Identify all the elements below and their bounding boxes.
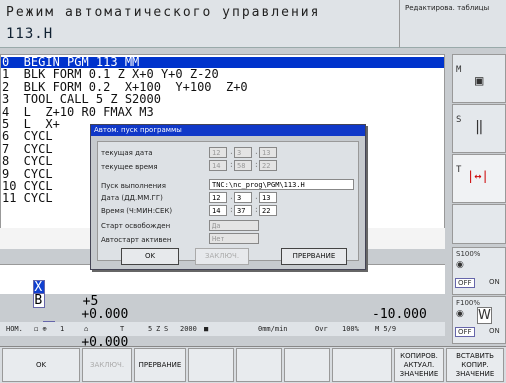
axis-value-b: +0.000 — [81, 307, 129, 322]
sidebar-m-button[interactable]: M ▣ — [452, 54, 506, 103]
status-tool: 5 — [148, 325, 153, 333]
f100-label: F100% — [456, 299, 481, 307]
m-label: M — [456, 65, 462, 75]
date-year-field[interactable]: 13 — [259, 192, 277, 203]
cur-time-min: 58 — [234, 160, 252, 171]
softkey-ok[interactable]: OK — [2, 348, 80, 382]
label-date: Дата (ДД.ММ.ГГ) — [101, 194, 163, 202]
cur-date-year: 13 — [259, 147, 277, 158]
time-hour-field[interactable]: 14 — [209, 205, 227, 216]
date-month-field[interactable]: 3 — [234, 192, 252, 203]
softkey-empty-2[interactable] — [236, 348, 282, 382]
status-one: 1 — [60, 325, 65, 333]
status-ovr: 100% — [342, 325, 359, 333]
sidebar-empty-button[interactable] — [452, 204, 506, 244]
label-autostart: Автостарт активен — [101, 236, 172, 244]
tool-arrow-icon: |↔| — [467, 169, 489, 183]
status-tool-label: T — [120, 325, 125, 333]
label-current-time: текущее время — [101, 163, 158, 171]
time-min-field[interactable]: 37 — [234, 205, 252, 216]
status-feed: 0mm/min — [258, 325, 288, 333]
tool-icon: ⌂ — [84, 325, 89, 333]
status-bar: НОМ. ◻ ⊕ 1 ⌂ T 5 Z S 2000 ■ 0mm/min Ovr … — [0, 322, 445, 336]
feed-dial-icon: ◉ — [456, 309, 464, 319]
feed-on-label: ON — [489, 327, 500, 335]
label-released: Старт освобожден — [101, 222, 171, 230]
cur-time-hour: 14 — [209, 160, 227, 171]
dialog-ok-button[interactable]: OK — [121, 248, 179, 265]
datum-icon: ◻ ⊕ — [34, 325, 47, 333]
status-m: M 5/9 — [375, 325, 397, 333]
program-line[interactable]: 2 BLK FORM 0.2 X+100 Y+100 Z+0 — [1, 81, 444, 93]
axis-value-z: -10.000 — [372, 307, 427, 322]
program-line[interactable]: 1 BLK FORM 0.1 Z X+0 Y+0 Z-20 — [1, 68, 444, 80]
s-label: S — [456, 115, 462, 125]
cur-date-month: 3 — [234, 147, 252, 158]
secondary-mode-title: Редактирова. таблицы — [405, 4, 490, 12]
spindle-override-panel[interactable]: S100% ◉ OFF ON — [452, 247, 506, 295]
s100-label: S100% — [456, 250, 481, 258]
softkey-empty-4[interactable] — [332, 348, 392, 382]
right-softkey-bar: M ▣ S ‖ T |↔| S100% ◉ OFF ON F100% ◉ W O… — [452, 54, 506, 344]
feed-icon: ■ — [204, 325, 209, 333]
status-speed: 2000 — [180, 325, 197, 333]
position-row-2: B +0.000 C +0.000 — [2, 280, 128, 349]
program-line[interactable]: 0 BEGIN PGM 113 MM — [1, 56, 444, 68]
spindle-icon: ‖ — [475, 119, 484, 135]
status-ovr-label: Ovr — [315, 325, 328, 333]
label-time: Время (Ч:МИН:СЕК) — [101, 207, 173, 215]
time-sec-field[interactable]: 22 — [259, 205, 277, 216]
axis-label-b: B — [33, 293, 46, 308]
dialog-close-button[interactable]: ЗАКЛЮЧ. — [195, 248, 249, 265]
date-day-field[interactable]: 12 — [209, 192, 227, 203]
softkey-close[interactable]: ЗАКЛЮЧ. — [82, 348, 132, 382]
label-start-program: Пуск выполнения программы — [101, 182, 166, 190]
softkey-abort[interactable]: ПРЕРВАНИЕ — [134, 348, 186, 382]
sidebar-t-button[interactable]: T |↔| — [452, 154, 506, 203]
spindle-on-label: ON — [489, 278, 500, 286]
dialog-abort-button[interactable]: ПРЕРВАНИЕ — [281, 248, 347, 265]
autostart-dialog: Автом. пуск программы текущая дата текущ… — [90, 124, 366, 270]
label-current-date: текущая дата — [101, 149, 153, 157]
feed-override-panel[interactable]: F100% ◉ W OFF ON — [452, 296, 506, 344]
program-path-field[interactable]: TNC:\nc_prog\PGM\113.H — [209, 179, 354, 190]
status-s-label: S — [164, 325, 169, 333]
released-field: Да — [209, 220, 259, 231]
t-label: T — [456, 165, 462, 175]
feed-wave-icon: W — [477, 307, 492, 324]
program-line[interactable]: 3 TOOL CALL 5 Z S2000 — [1, 93, 444, 105]
spindle-off-label: OFF — [455, 278, 475, 288]
mode-title: Режим автоматического управления — [6, 5, 321, 20]
softkey-paste-copied[interactable]: ВСТАВИТЬ КОПИР. ЗНАЧЕНИЕ — [446, 348, 504, 382]
spindle-dial-icon: ◉ — [456, 260, 464, 270]
softkey-copy-actual[interactable]: КОПИРОВ. АКТУАЛ. ЗНАЧЕНИЕ — [394, 348, 444, 382]
status-mode: НОМ. — [6, 325, 23, 333]
cur-time-sec: 22 — [259, 160, 277, 171]
position-row-1: X +5 -10.000 — [2, 267, 427, 321]
program-file-name: 113.H — [6, 26, 54, 42]
program-line[interactable]: 4 L Z+10 R0 FMAX M3 — [1, 106, 444, 118]
autostart-field: Нет — [209, 233, 259, 244]
feed-off-label: OFF — [455, 327, 475, 337]
cur-date-day: 12 — [209, 147, 227, 158]
dialog-title: Автом. пуск программы — [91, 125, 365, 136]
softkey-empty-3[interactable] — [284, 348, 330, 382]
status-spindle-axis: Z — [156, 325, 161, 333]
machine-icon: ▣ — [475, 73, 484, 89]
softkey-empty-1[interactable] — [188, 348, 234, 382]
sidebar-s-button[interactable]: S ‖ — [452, 104, 506, 153]
